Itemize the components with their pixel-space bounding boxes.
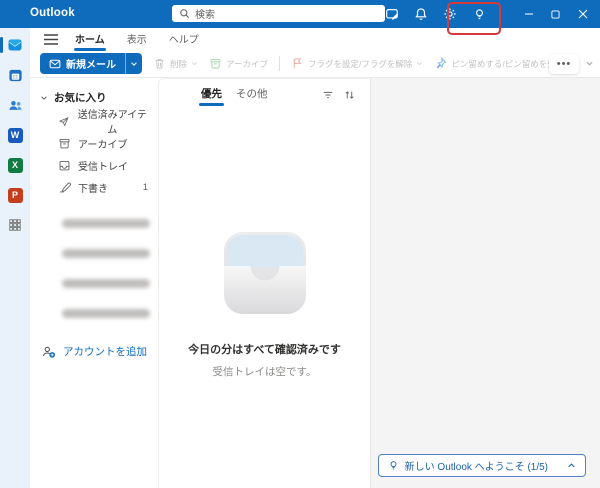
empty-inbox-illustration — [221, 229, 309, 317]
folder-drafts[interactable]: 下書き 1 — [30, 176, 158, 198]
settings-icon[interactable] — [441, 5, 459, 23]
draft-icon — [58, 181, 71, 194]
new-mail-label: 新規メール — [66, 56, 116, 71]
ribbon-tab-row: ホーム 表示 ヘルプ — [30, 28, 600, 50]
welcome-callout-label: 新しい Outlook へようこそ (1/5) — [405, 458, 548, 473]
minimize-button[interactable] — [515, 0, 542, 28]
folder-pane: お気に入り 送信済みアイテム アーカイブ — [30, 78, 158, 488]
rail-people-icon[interactable] — [0, 96, 30, 114]
toolbar-actions: 削除 アーカイブ フラグを設定/フラグを解除 — [142, 56, 549, 71]
empty-state: 今日の分はすべて確認済みです 受信トレイは空です。 — [159, 229, 370, 379]
titlebar-icons — [383, 0, 488, 28]
folder-inbox[interactable]: 受信トレイ — [30, 154, 158, 176]
archive-icon — [58, 137, 71, 150]
tab-home[interactable]: ホーム — [66, 27, 114, 52]
feedback-icon[interactable] — [383, 5, 401, 23]
app-logo: Outlook — [30, 7, 75, 19]
pin-icon — [434, 57, 447, 70]
more-commands-button[interactable]: ••• — [549, 54, 579, 74]
message-list-pane: 優先 その他 — [158, 78, 371, 488]
list-header-icons — [322, 89, 356, 101]
hamburger-menu-icon[interactable] — [40, 30, 62, 48]
main-column: ホーム 表示 ヘルプ 新規メール — [30, 28, 600, 488]
excel-tile: X — [8, 158, 23, 173]
app-body: W X P ホーム — [0, 28, 600, 488]
archive-button[interactable]: アーカイブ — [209, 57, 268, 70]
tab-focused[interactable]: 優先 — [199, 83, 224, 108]
maximize-button[interactable] — [542, 0, 569, 28]
ellipsis-icon: ••• — [557, 61, 572, 67]
flag-button[interactable]: フラグを設定/フラグを解除 — [291, 57, 423, 70]
tips-icon[interactable] — [470, 5, 488, 23]
pin-button[interactable]: ピン留めする/ピン留めを外す — [434, 57, 549, 70]
search-icon — [179, 8, 190, 19]
inbox-icon — [58, 159, 71, 172]
empty-state-subtitle: 受信トレイは空です。 — [213, 364, 317, 379]
reading-pane: 新しい Outlook へようこそ (1/5) — [371, 78, 600, 488]
app-rail: W X P — [0, 28, 30, 488]
drafts-count-badge: 1 — [143, 182, 148, 193]
flag-icon — [291, 57, 304, 70]
trash-icon — [153, 57, 166, 70]
chevron-up-icon — [567, 461, 576, 470]
welcome-callout[interactable]: 新しい Outlook へようこそ (1/5) — [378, 454, 586, 477]
chevron-down-icon — [191, 60, 198, 67]
redacted-account-3[interactable] — [62, 279, 150, 288]
person-add-icon — [42, 345, 56, 359]
tab-view[interactable]: 表示 — [118, 27, 156, 52]
filter-icon[interactable] — [322, 89, 334, 101]
notifications-icon[interactable] — [412, 5, 430, 23]
send-icon — [58, 115, 70, 128]
redacted-account-2[interactable] — [62, 249, 150, 258]
chevron-down-icon — [40, 94, 48, 102]
sort-icon[interactable] — [343, 89, 356, 101]
new-mail-dropdown[interactable] — [125, 53, 142, 74]
search-input[interactable]: 検索 — [172, 5, 385, 22]
word-tile: W — [8, 128, 23, 143]
outlook-window: Outlook 検索 — [0, 0, 600, 488]
panes: お気に入り 送信済みアイテム アーカイブ — [30, 78, 600, 488]
folder-sent-items[interactable]: 送信済みアイテム — [30, 110, 158, 132]
tab-help[interactable]: ヘルプ — [160, 27, 208, 52]
lightbulb-icon — [388, 460, 399, 471]
window-controls — [515, 0, 596, 28]
rail-mail-icon[interactable] — [0, 36, 30, 54]
message-list-header: 優先 その他 — [159, 79, 370, 107]
search-placeholder: 検索 — [195, 6, 215, 21]
titlebar: Outlook 検索 — [0, 0, 600, 28]
powerpoint-tile: P — [8, 188, 23, 203]
mail-icon — [49, 58, 61, 70]
redacted-account-4[interactable] — [62, 309, 150, 318]
chevron-down-icon — [130, 60, 138, 68]
toolbar-divider — [279, 56, 280, 71]
rail-excel-icon[interactable]: X — [0, 156, 30, 174]
tab-other[interactable]: その他 — [234, 83, 270, 108]
close-button[interactable] — [569, 0, 596, 28]
new-mail-split-button[interactable]: 新規メール — [40, 53, 142, 74]
toolbar: 新規メール 削除 — [30, 50, 600, 78]
rail-calendar-icon[interactable] — [0, 66, 30, 84]
add-account-button[interactable]: アカウントを追加 — [42, 344, 147, 359]
collapse-ribbon-icon[interactable] — [585, 59, 594, 68]
empty-state-title: 今日の分はすべて確認済みです — [188, 341, 341, 357]
rail-powerpoint-icon[interactable]: P — [0, 186, 30, 204]
archive-icon — [209, 57, 222, 70]
chevron-down-icon — [416, 60, 423, 67]
rail-more-apps-icon[interactable] — [0, 216, 30, 234]
redacted-account-1[interactable] — [62, 219, 150, 228]
delete-button[interactable]: 削除 — [153, 57, 198, 70]
new-mail-button[interactable]: 新規メール — [40, 53, 125, 74]
rail-word-icon[interactable]: W — [0, 126, 30, 144]
